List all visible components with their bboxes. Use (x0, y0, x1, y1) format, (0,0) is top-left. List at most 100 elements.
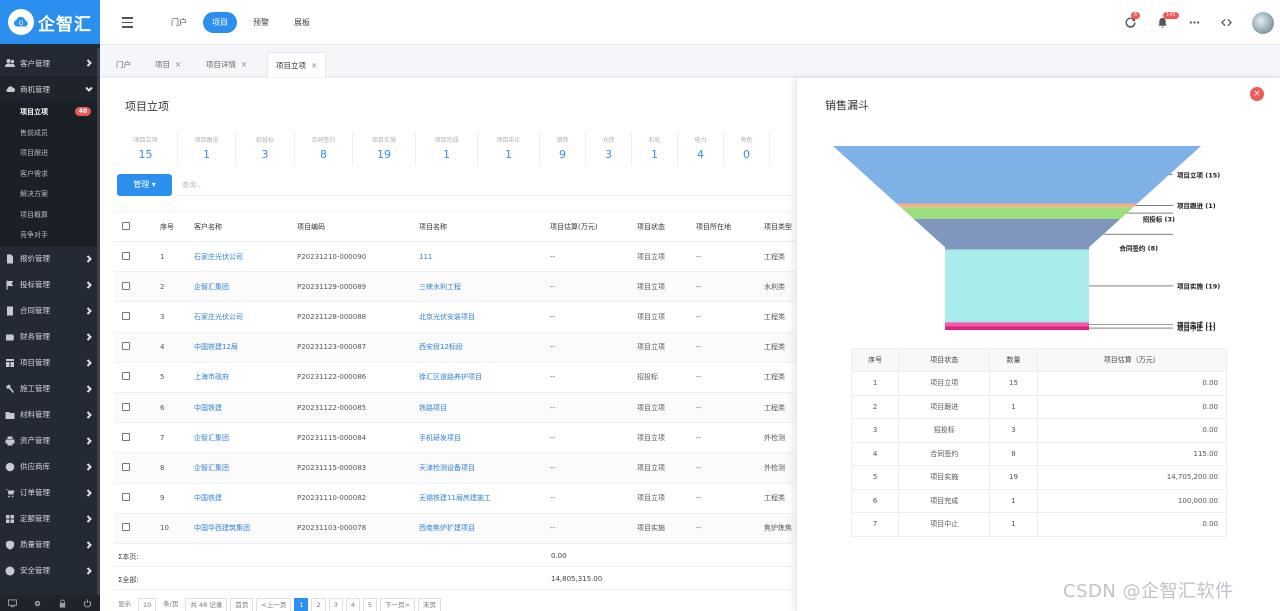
cell-customer[interactable]: 企智汇集团 (190, 422, 293, 454)
stat-card[interactable]: 项目立项 15 (114, 132, 178, 166)
app-logo[interactable]: Q 企智汇 (0, 0, 100, 44)
sidebar-item-14[interactable]: 安全管理 (0, 558, 100, 584)
search-input[interactable] (176, 174, 796, 196)
sidebar-item-11[interactable]: 订单管理 (0, 480, 100, 506)
table-row[interactable]: 1 石家庄光伏公司 P20231210-000090 111 -- 项目立项 -- 工程类 (114, 241, 796, 273)
sidebar-item-4[interactable]: 合同管理 (0, 298, 100, 324)
table-row[interactable]: 8 企智汇集团 P20231115-000083 天津检测设备项目 -- 项目立项 -- 外检… (114, 452, 796, 484)
stat-card[interactable]: 合同签约 8 (295, 132, 353, 166)
tab-0[interactable]: 门户 (108, 52, 139, 77)
top-nav-item-3[interactable]: 展板 (285, 12, 319, 33)
page-number-button[interactable]: 5 (362, 598, 378, 611)
row-checkbox[interactable] (122, 493, 130, 502)
cell-name[interactable]: 手机研发项目 (415, 422, 546, 454)
cell-name[interactable]: 北京光伏安装项目 (415, 301, 546, 333)
table-row[interactable]: 5 上海市政府 P20231122-000086 徐汇区道路养护项目 -- 招投标 -- 工程… (114, 362, 796, 393)
stat-card[interactable]: 光伏 3 (586, 132, 632, 166)
top-nav-item-1[interactable]: 项目 (203, 12, 237, 33)
top-nav-item-2[interactable]: 预警 (244, 12, 278, 33)
row-checkbox[interactable] (122, 523, 130, 532)
notification-button[interactable]: 145 (1146, 0, 1179, 45)
prev-page-button[interactable]: <上一页 (256, 598, 292, 611)
top-nav-item-0[interactable]: 门户 (162, 12, 196, 33)
stat-card[interactable]: 电力 4 (678, 132, 724, 166)
stat-card[interactable]: 招投标 3 (236, 132, 295, 166)
more-button[interactable] (1178, 0, 1210, 45)
column-header[interactable]: 项目编码 (293, 211, 415, 242)
select-all-checkbox[interactable] (122, 221, 130, 230)
menu-toggle-icon[interactable] (122, 17, 133, 28)
cell-name[interactable]: 无锡铁建11局房建施工 (415, 483, 546, 514)
stat-card[interactable]: 有色 0 (724, 132, 770, 166)
stat-card[interactable]: 项目中止 1 (478, 132, 540, 166)
sidebar-item-1[interactable]: 商机管理 (0, 76, 100, 102)
column-header[interactable]: 项目名称 (415, 211, 546, 242)
row-checkbox[interactable] (122, 281, 130, 290)
lock-icon[interactable] (58, 598, 68, 608)
column-header[interactable]: 序号 (156, 211, 190, 242)
cell-customer[interactable]: 石家庄光伏公司 (190, 301, 293, 333)
submenu-item-2[interactable]: 项目跟进 (0, 143, 100, 164)
column-header[interactable]: 客户名称 (190, 211, 293, 242)
page-number-button[interactable]: 4 (345, 598, 360, 611)
row-checkbox[interactable] (122, 402, 130, 411)
cell-name[interactable]: 111 (415, 241, 546, 273)
cell-name[interactable]: 西南焦炉扩建项目 (415, 513, 546, 544)
cell-name[interactable]: 铁路项目 (415, 392, 546, 424)
table-row[interactable]: 6 中国铁建 P20231122-000085 铁路项目 -- 项目立项 -- 工程类 (114, 392, 796, 424)
page-number-button[interactable]: 1 (294, 598, 309, 611)
table-row[interactable]: 10 中国华西建筑集团 P20231103-000078 西南焦炉扩建项目 -- 项目实施… (114, 513, 796, 544)
gear-icon[interactable] (33, 598, 43, 608)
funnel-segment-2[interactable] (900, 207, 1134, 219)
submenu-item-4[interactable]: 解决方案 (0, 184, 100, 205)
sidebar-item-2[interactable]: 报价管理 (0, 246, 100, 272)
table-row[interactable]: 2 企智汇集团 P20231129-000089 三峡水利工程 -- 项目立项 -- 水利类 (114, 271, 796, 303)
table-row[interactable]: 9 中国铁建 P20231110-000082 无锡铁建11局房建施工 -- 项目立项 --… (114, 483, 796, 514)
page-number-button[interactable]: 2 (311, 598, 326, 611)
column-header[interactable]: 项目估算(万元) (546, 211, 633, 242)
cell-name[interactable]: 徐汇区道路养护项目 (415, 362, 546, 393)
submenu-item-6[interactable]: 竞争对手 (0, 225, 100, 246)
refresh-button[interactable]: 6 (1114, 0, 1146, 45)
cell-customer[interactable]: 中国铁建 (190, 483, 293, 514)
cell-name[interactable]: 西安段12标段 (415, 332, 546, 363)
cell-customer[interactable]: 企智汇集团 (190, 271, 293, 303)
funnel-segment-6[interactable] (945, 326, 1089, 330)
stat-card[interactable]: 项目实施 19 (353, 132, 416, 166)
sidebar-item-9[interactable]: 资产管理 (0, 428, 100, 454)
table-row[interactable]: 7 企智汇集团 P20231115-000084 手机研发项目 -- 项目立项 -- 外检测 (114, 422, 796, 454)
table-row[interactable]: 3 石家庄光伏公司 P20231128-000088 北京光伏安装项目 -- 项目立项 --… (114, 301, 796, 333)
cell-customer[interactable]: 石家庄光伏公司 (190, 241, 293, 273)
monitor-icon[interactable] (8, 598, 18, 608)
funnel-segment-3[interactable] (913, 218, 1121, 250)
sidebar-item-3[interactable]: 投标管理 (0, 272, 100, 298)
table-row[interactable]: 4 中国铁建12局 P20231123-000087 西安段12标段 -- 项目立项 -- 工… (114, 332, 796, 363)
stat-card[interactable]: 项目跟进 1 (178, 132, 236, 166)
next-page-button[interactable]: 下一页> (380, 598, 415, 611)
cell-name[interactable]: 三峡水利工程 (415, 271, 546, 303)
sidebar-item-10[interactable]: 供应商库 (0, 454, 100, 480)
sidebar-item-8[interactable]: 材料管理 (0, 402, 100, 428)
submenu-item-3[interactable]: 客户需求 (0, 164, 100, 185)
stat-card[interactable]: 石化 1 (632, 132, 678, 166)
power-icon[interactable] (83, 598, 93, 608)
tab-2[interactable]: 项目详情 × (198, 52, 255, 77)
first-page-button[interactable]: 首页 (230, 598, 254, 611)
manage-dropdown-button[interactable]: 管理 ▾ (117, 174, 172, 196)
column-header[interactable]: 项目类型 (760, 211, 796, 242)
user-avatar[interactable] (1252, 11, 1274, 34)
sidebar-item-13[interactable]: 质量管理 (0, 532, 100, 558)
page-size-select[interactable]: 10 (138, 598, 157, 611)
sidebar-item-12[interactable]: 定额管理 (0, 506, 100, 532)
row-checkbox[interactable] (122, 432, 130, 441)
sidebar-item-6[interactable]: 项目管理 (0, 350, 100, 376)
tab-3[interactable]: 项目立项 × (267, 52, 327, 77)
cell-customer[interactable]: 中国铁建 (190, 392, 293, 424)
close-panel-button[interactable]: × (1250, 87, 1264, 101)
cell-name[interactable]: 天津检测设备项目 (415, 452, 546, 484)
submenu-item-0[interactable]: 项目立项 48 (0, 102, 100, 123)
cell-customer[interactable]: 中国铁建12局 (190, 332, 293, 363)
page-number-button[interactable]: 3 (328, 598, 343, 611)
column-header[interactable]: 项目状态 (633, 211, 692, 242)
tab-1[interactable]: 项目 × (147, 52, 189, 77)
